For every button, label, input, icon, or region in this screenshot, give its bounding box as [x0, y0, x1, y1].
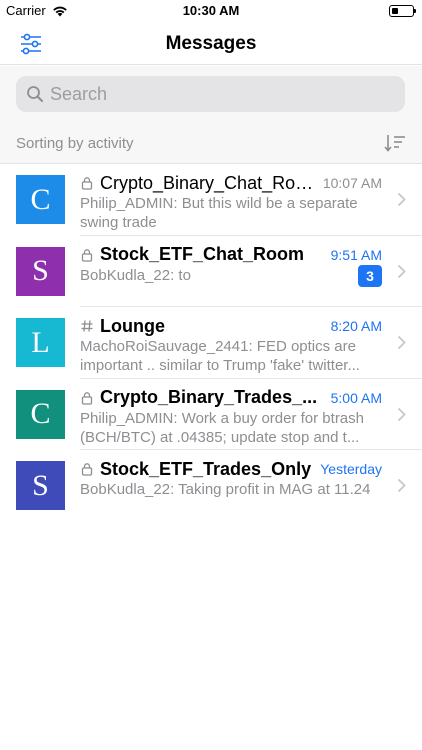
room-header: Lounge 8:20 AM	[80, 314, 382, 338]
last-message-preview: BobKudla_22: Taking profit in MAG at 11.…	[80, 480, 376, 499]
preview-line-1: MachoRoiSauvage_2441: FED optics are	[80, 338, 356, 355]
room-item[interactable]: S Stock_ETF_Chat_Room 9:51 AM BobKudla_22: …	[0, 236, 422, 308]
room-avatar: S	[16, 246, 65, 296]
room-item[interactable]: S Stock_ETF_Trades_Only Yesterday BobKudla_…	[0, 450, 422, 522]
room-avatar: L	[16, 318, 65, 367]
hashtag-icon	[81, 320, 93, 332]
room-avatar: C	[16, 175, 65, 224]
search-box[interactable]	[16, 76, 405, 112]
chevron-right-icon	[397, 192, 406, 207]
chevron-right-icon	[397, 478, 406, 493]
status-time: 10:30 AM	[182, 3, 240, 18]
last-message-preview: Philip_ADMIN: But this wild be a separat…	[80, 194, 376, 232]
sort-bar: Sorting by activity	[0, 122, 422, 164]
room-item[interactable]: C Crypto_Binary_Chat_Room 10:07 AM Philip_A…	[0, 164, 422, 236]
last-message-preview: BobKudla_22: to	[80, 266, 376, 285]
lock-icon	[81, 177, 93, 190]
sort-label: Sorting by activity	[16, 135, 134, 152]
lock-icon	[81, 248, 93, 262]
status-bar: Carrier 10:30 AM	[0, 0, 422, 22]
room-header: Stock_ETF_Chat_Room 9:51 AM	[80, 243, 382, 267]
navigation-bar: Messages	[0, 22, 422, 65]
room-list: C Crypto_Binary_Chat_Room 10:07 AM Philip_A…	[0, 164, 422, 522]
room-header: Crypto_Binary_Chat_Room 10:07 AM	[80, 171, 382, 195]
page-title: Messages	[165, 33, 257, 54]
search-icon	[27, 86, 43, 102]
room-item[interactable]: L Lounge 8:20 AM MachoRoiSauvage_2441: FED …	[0, 307, 422, 379]
preview-line-1: Philip_ADMIN: Work a buy order for btras…	[80, 409, 364, 427]
room-timestamp: 5:00 AM	[330, 389, 382, 406]
battery-icon	[389, 5, 416, 17]
chevron-right-icon	[397, 335, 406, 350]
lock-icon	[81, 391, 93, 405]
chevron-right-icon	[397, 407, 406, 421]
preview-line-1: BobKudla_22: to	[80, 266, 191, 284]
room-avatar: C	[16, 389, 65, 439]
room-name: Lounge	[100, 315, 165, 336]
room-header: Crypto_Binary_Trades_... 5:00 AM	[80, 386, 382, 410]
last-message-preview: Philip_ADMIN: Work a buy order for btras…	[80, 409, 376, 447]
room-name: Crypto_Binary_Trades_...	[100, 387, 318, 407]
room-timestamp: Yesterday	[320, 461, 382, 477]
room-timestamp: 10:07 AM	[322, 175, 382, 191]
room-timestamp: 8:20 AM	[330, 318, 382, 334]
room-name: Stock_ETF_Chat_Room	[100, 244, 305, 264]
sort-icon[interactable]	[384, 132, 406, 154]
battery-level	[392, 8, 398, 14]
preview-line-2: important .. similar to Trump 'fake' twi…	[80, 357, 360, 374]
room-header: Stock_ETF_Trades_Only Yesterday	[80, 457, 382, 481]
last-message-preview: MachoRoiSauvage_2441: FED optics are impo…	[80, 337, 376, 375]
search-bar-container	[0, 66, 422, 122]
search-input[interactable]	[50, 83, 390, 105]
room-name: Crypto_Binary_Chat_Room	[100, 172, 317, 193]
unread-badge: 3	[358, 264, 382, 287]
room-item[interactable]: C Crypto_Binary_Trades_... 5:00 AM Philip_A…	[0, 379, 422, 451]
lock-icon	[81, 463, 93, 476]
preview-line-2: swing trade	[80, 214, 157, 231]
preview-line-2: (BCH/BTC) at .04385; update stop and t..…	[80, 428, 360, 446]
chevron-right-icon	[397, 264, 406, 278]
room-avatar: S	[16, 461, 65, 510]
room-timestamp: 9:51 AM	[330, 246, 382, 263]
preview-line-1: Philip_ADMIN: But this wild be a separat…	[80, 195, 358, 212]
preview-line-1: BobKudla_22: Taking profit in MAG at 11.…	[80, 481, 371, 498]
room-name: Stock_ETF_Trades_Only	[100, 458, 312, 479]
